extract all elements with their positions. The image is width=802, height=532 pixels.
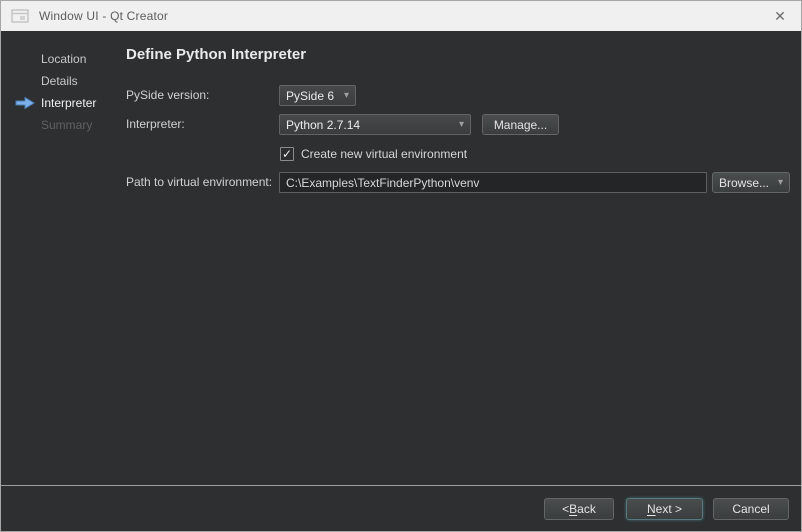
manage-button[interactable]: Manage... — [482, 114, 559, 135]
interpreter-select[interactable]: Python 2.7.14 ▾ — [279, 114, 471, 135]
pyside-version-select[interactable]: PySide 6 ▾ — [279, 85, 356, 106]
close-icon[interactable]: ✕ — [769, 6, 791, 26]
create-venv-checkbox[interactable]: ✓ — [280, 147, 294, 161]
back-button-label: < — [562, 502, 569, 516]
footer-separator — [1, 485, 801, 486]
back-button[interactable]: < Back — [544, 498, 614, 520]
titlebar[interactable]: Window UI - Qt Creator ✕ — [1, 1, 801, 31]
app-window-icon — [11, 9, 29, 23]
sidebar-step-summary: Summary — [41, 115, 92, 135]
browse-button[interactable]: Browse... ▾ — [712, 172, 790, 193]
interpreter-value: Python 2.7.14 — [286, 118, 360, 132]
interpreter-label: Interpreter: — [126, 114, 185, 135]
next-button[interactable]: Next > — [626, 498, 703, 520]
sidebar-step-interpreter: Interpreter — [41, 93, 96, 113]
pyside-version-label: PySide version: — [126, 85, 209, 106]
chevron-down-icon: ▾ — [451, 120, 464, 130]
sidebar-step-details: Details — [41, 71, 78, 91]
chevron-down-icon: ▾ — [772, 177, 783, 188]
cancel-button[interactable]: Cancel — [713, 498, 789, 520]
checkmark-icon: ✓ — [282, 148, 292, 160]
current-step-arrow-icon — [15, 96, 35, 110]
venv-path-label: Path to virtual environment: — [126, 172, 272, 193]
chevron-down-icon: ▾ — [336, 91, 349, 101]
create-venv-label: Create new virtual environment — [301, 144, 467, 164]
browse-button-label: Browse... — [719, 176, 769, 190]
pyside-version-value: PySide 6 — [286, 89, 334, 103]
venv-path-input[interactable] — [279, 172, 707, 193]
window-title: Window UI - Qt Creator — [39, 9, 168, 23]
page-title: Define Python Interpreter — [126, 46, 306, 63]
wizard-window: Window UI - Qt Creator ✕ Location Detail… — [0, 0, 802, 532]
sidebar-step-location: Location — [41, 49, 86, 69]
